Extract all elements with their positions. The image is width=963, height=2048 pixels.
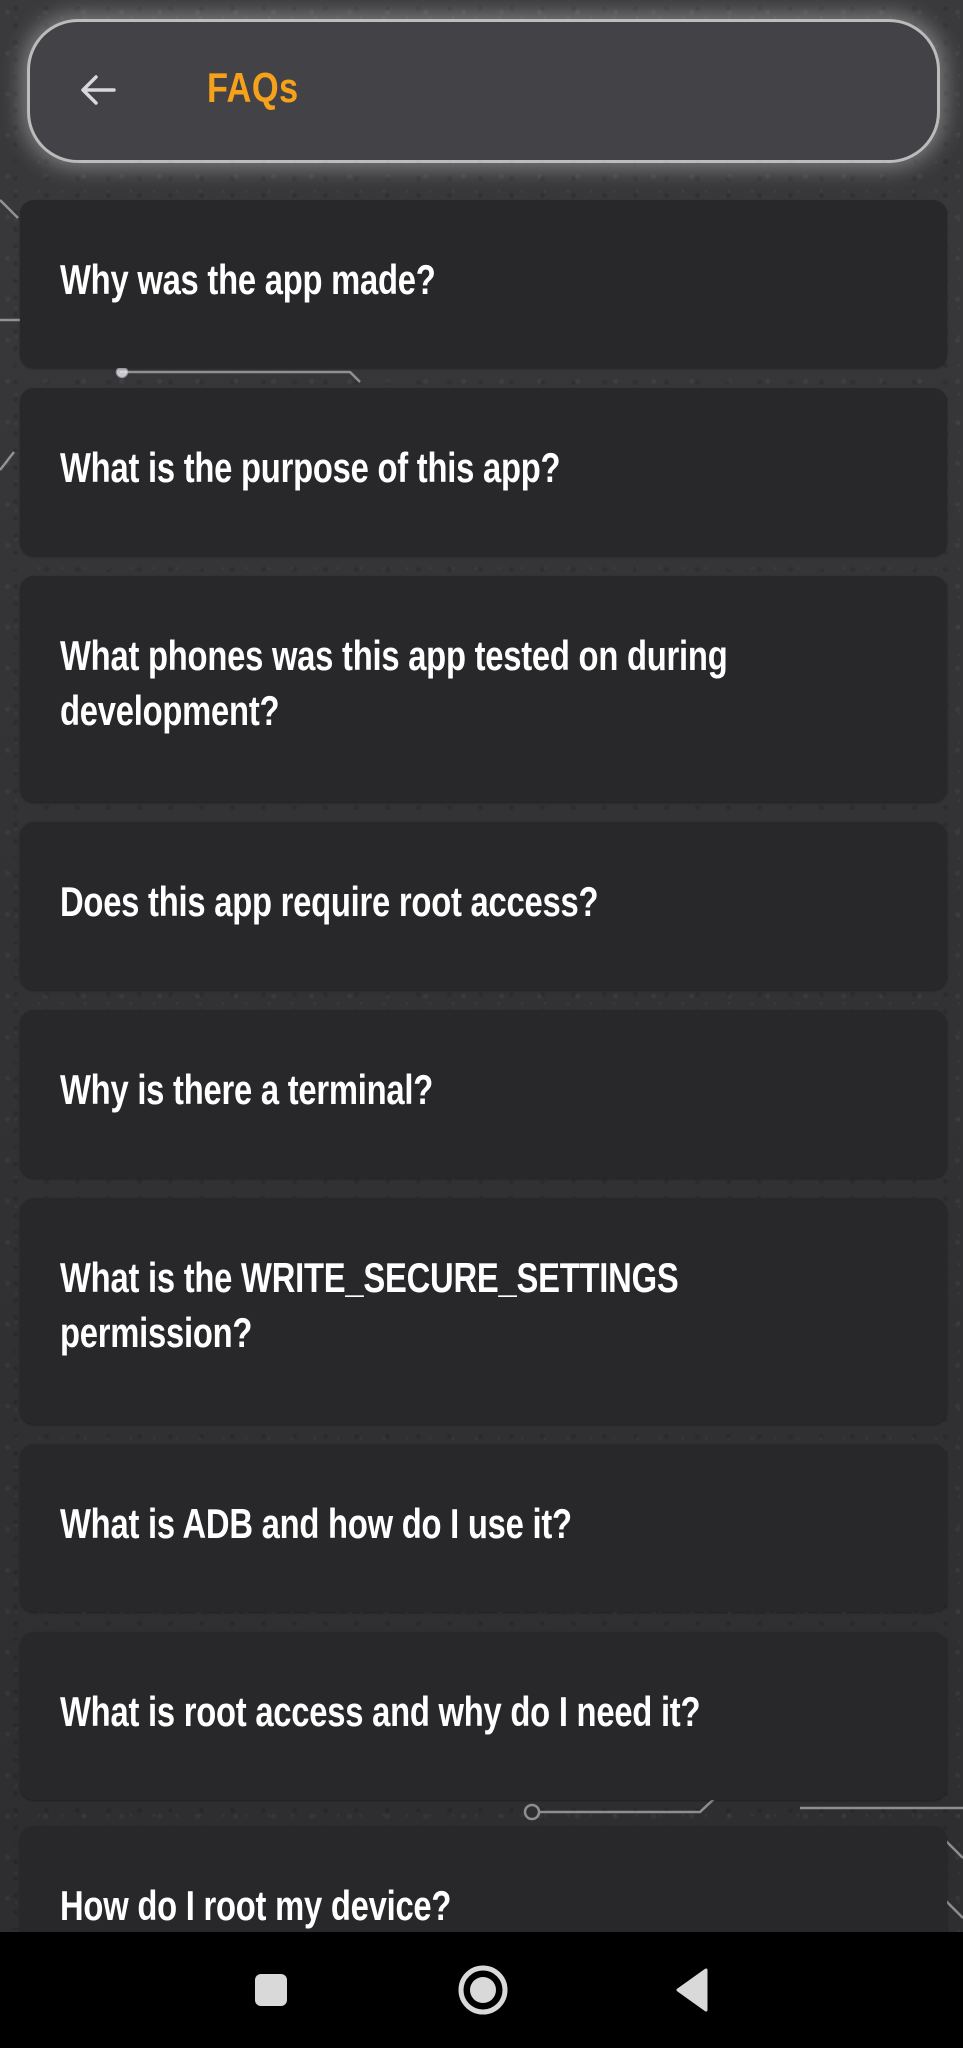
- faq-list: Why was the app made? What is the purpos…: [0, 0, 963, 1932]
- faq-item[interactable]: What is root access and why do I need it…: [20, 1632, 947, 1800]
- faq-item[interactable]: Why was the app made?: [20, 200, 947, 368]
- faq-item[interactable]: How do I root my device?: [20, 1826, 947, 1932]
- system-navigation-bar: [0, 1932, 963, 2048]
- faq-item[interactable]: Does this app require root access?: [20, 822, 947, 990]
- faq-question: Why was the app made?: [60, 256, 436, 303]
- faq-question: What is ADB and how do I use it?: [60, 1500, 572, 1547]
- faq-question: What is the purpose of this app?: [60, 444, 561, 491]
- faq-question: Does this app require root access?: [60, 878, 599, 925]
- triangle-back-icon: [676, 1968, 708, 2012]
- faq-item[interactable]: What is the purpose of this app?: [20, 388, 947, 556]
- faq-item[interactable]: Why is there a terminal?: [20, 1010, 947, 1178]
- back-nav-button[interactable]: [656, 1954, 728, 2026]
- faq-question: What is root access and why do I need it…: [60, 1688, 701, 1735]
- square-recents-icon: [255, 1974, 287, 2006]
- circle-home-icon: [458, 1965, 508, 2015]
- faq-item[interactable]: What is ADB and how do I use it?: [20, 1444, 947, 1612]
- faq-question: What is the WRITE_SECURE_SETTINGS permis…: [60, 1254, 679, 1356]
- faq-question: How do I root my device?: [60, 1882, 452, 1929]
- home-button[interactable]: [447, 1954, 519, 2026]
- faq-question: What phones was this app tested on durin…: [60, 632, 728, 734]
- recents-button[interactable]: [235, 1954, 307, 2026]
- faq-question: Why is there a terminal?: [60, 1066, 434, 1113]
- faq-item[interactable]: What phones was this app tested on durin…: [20, 576, 947, 802]
- faq-item[interactable]: What is the WRITE_SECURE_SETTINGS permis…: [20, 1198, 947, 1424]
